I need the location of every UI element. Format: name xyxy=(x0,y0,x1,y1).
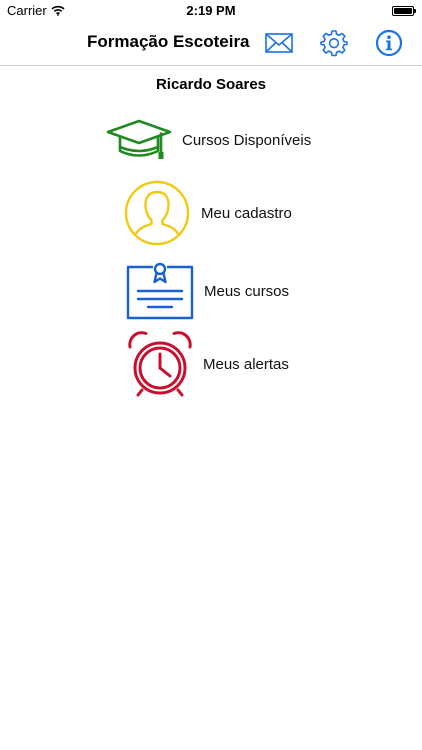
navigation-bar: Formação Escoteira xyxy=(0,22,422,66)
status-time: 2:19 PM xyxy=(186,3,236,18)
page-title: Formação Escoteira xyxy=(87,32,250,51)
menu-item-label: Cursos Disponíveis xyxy=(182,131,312,149)
menu-item-label: Meu cadastro xyxy=(201,204,292,222)
info-button[interactable] xyxy=(373,28,405,58)
user-name: Ricardo Soares xyxy=(155,76,267,93)
gear-icon xyxy=(320,30,348,57)
settings-button[interactable] xyxy=(318,28,350,58)
battery-icon xyxy=(392,6,416,16)
menu-item-label: Meus cursos xyxy=(204,282,290,300)
menu-item-my-courses[interactable]: Meus cursos xyxy=(126,262,289,320)
profile-icon xyxy=(124,180,190,246)
alarm-clock-icon xyxy=(128,331,192,397)
messages-button[interactable] xyxy=(263,28,295,58)
certificate-icon xyxy=(126,262,194,320)
mail-icon xyxy=(265,33,293,53)
graduation-cap-icon xyxy=(106,119,172,159)
status-bar: Carrier 2:19 PM xyxy=(0,0,422,22)
menu-item-available-courses[interactable]: Cursos Disponíveis xyxy=(105,118,311,162)
menu-item-my-alerts[interactable]: Meus alertas xyxy=(126,330,289,398)
info-icon xyxy=(375,29,403,57)
app-screen: Carrier 2:19 PM Formação Escoteira Ricar… xyxy=(0,0,422,750)
menu-item-my-profile[interactable]: Meu cadastro xyxy=(124,180,292,246)
menu-item-label: Meus alertas xyxy=(203,355,289,373)
